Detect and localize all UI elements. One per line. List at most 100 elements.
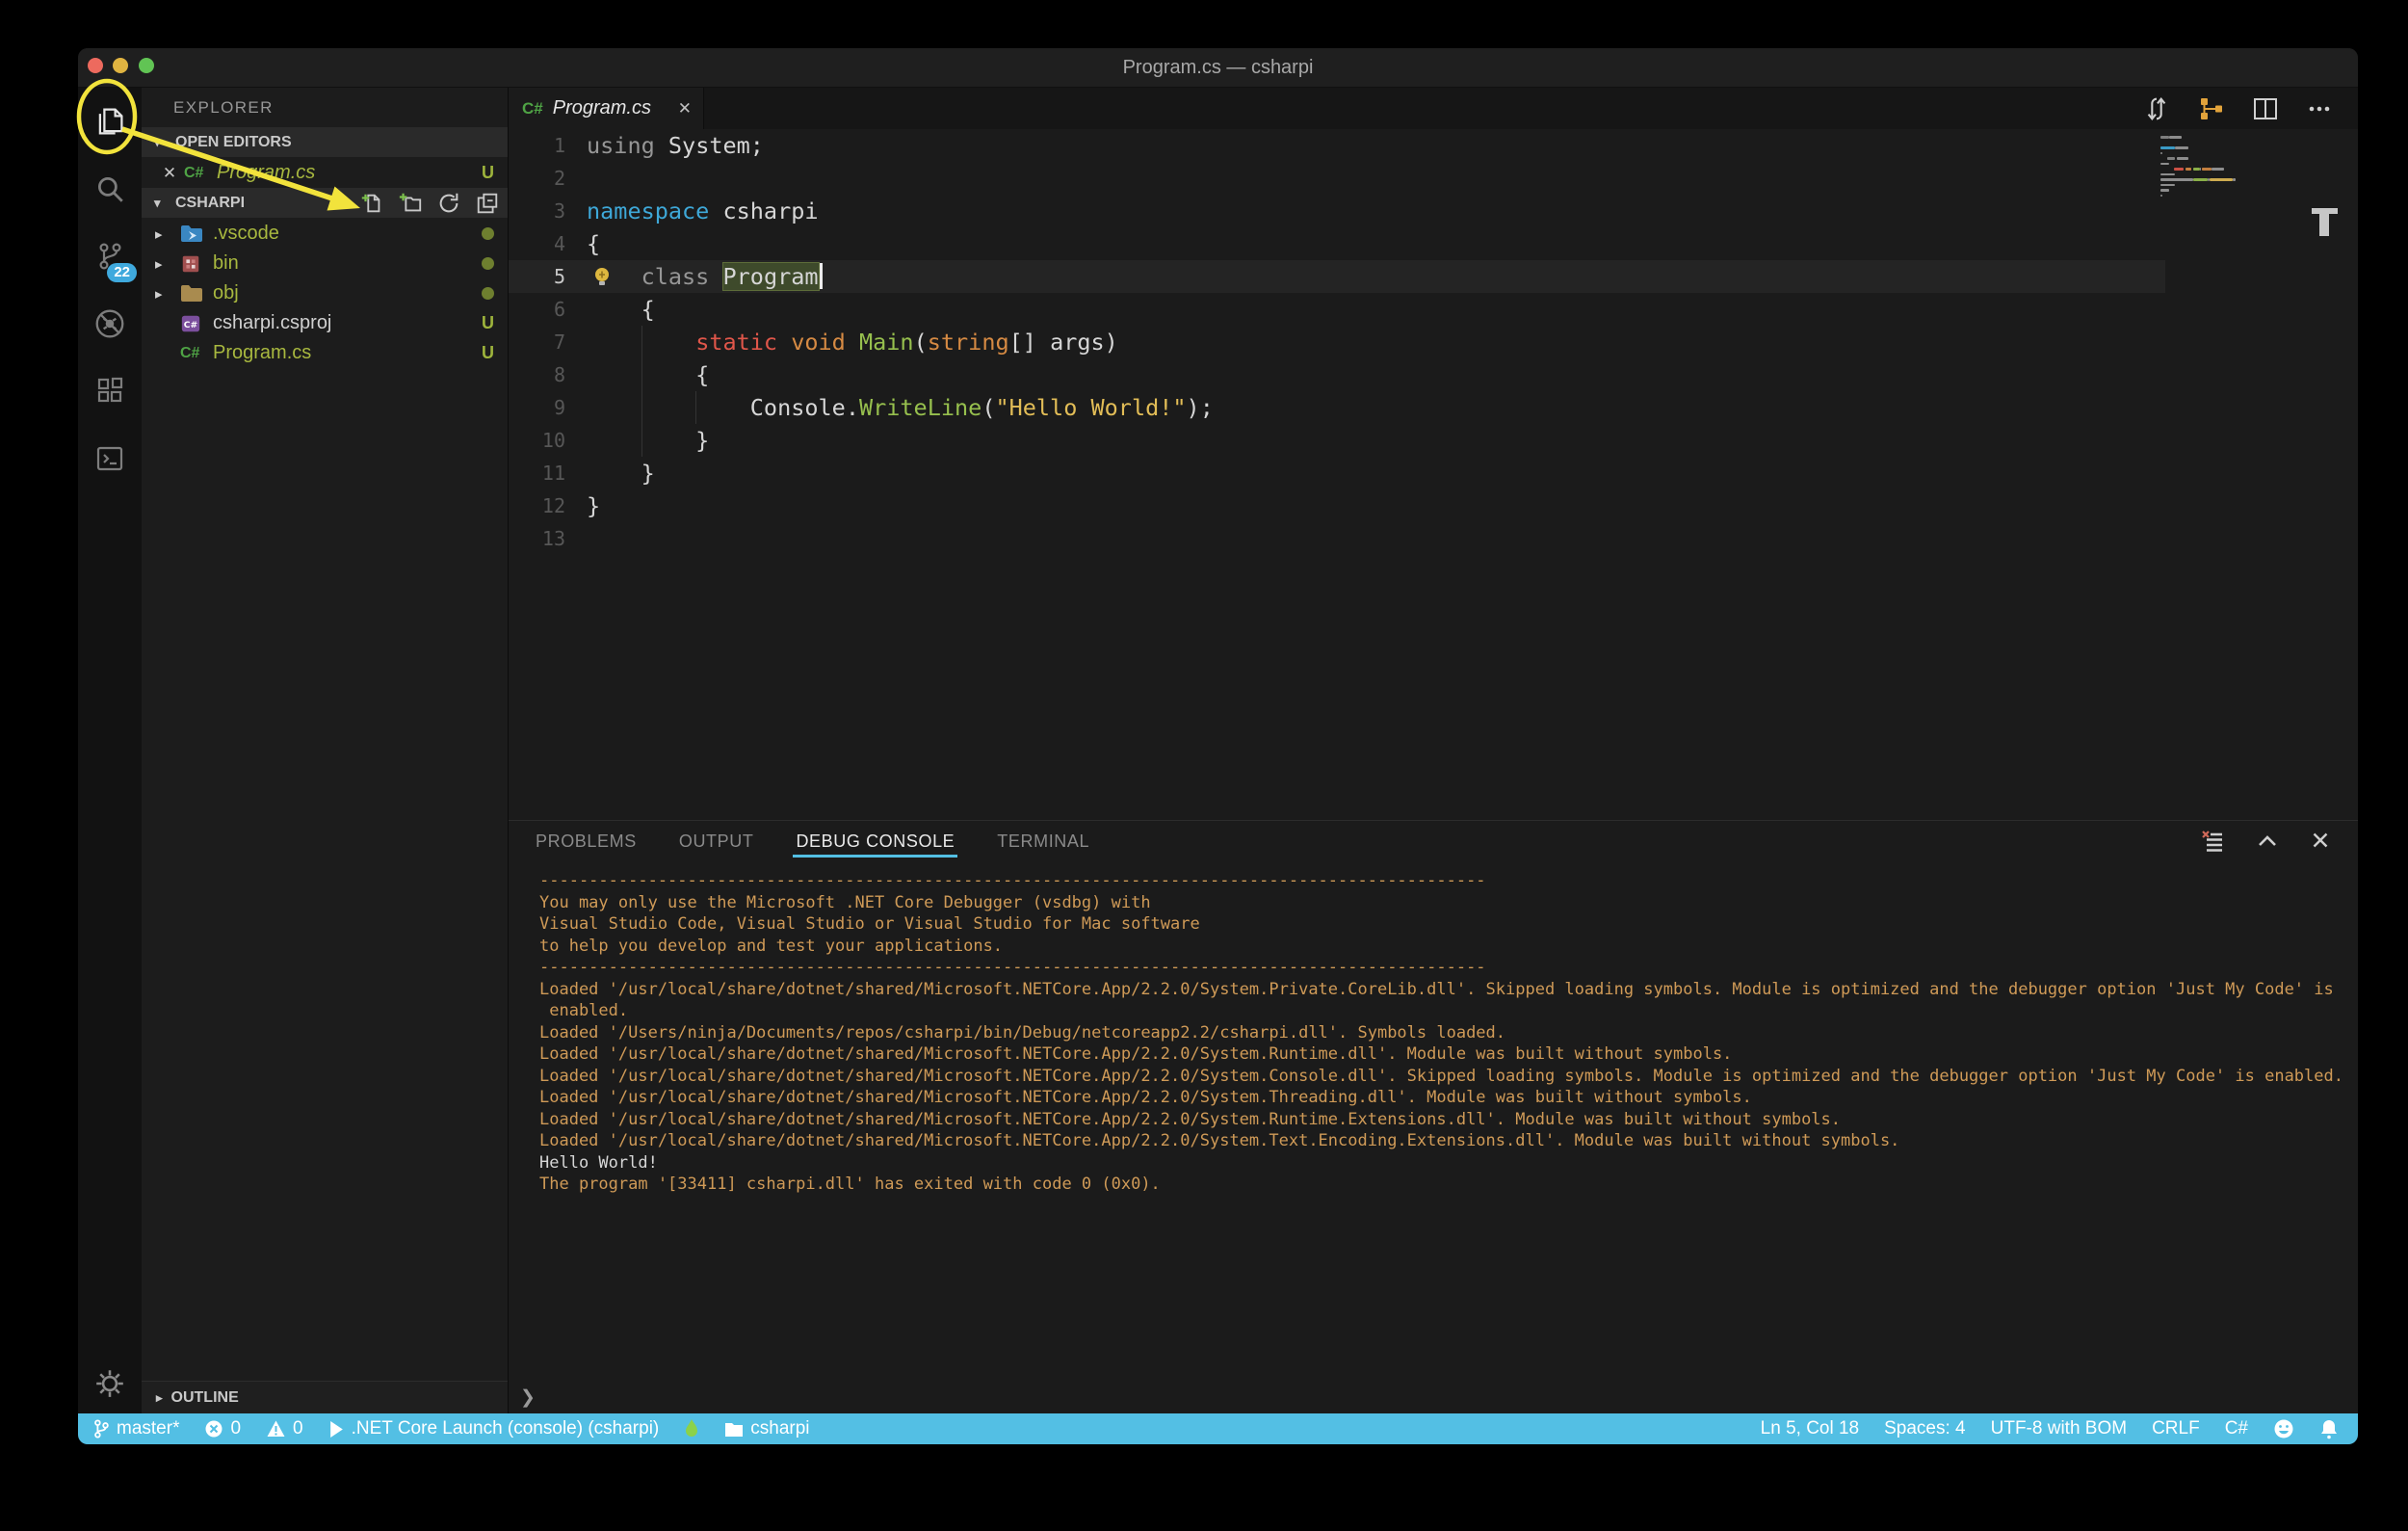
close-panel-icon[interactable] [2308,828,2333,855]
tree-item-csharpi-csproj[interactable]: C#csharpi.csprojU [142,308,508,338]
minimap-bar [2212,168,2225,171]
explorer-toolbar [359,191,500,216]
tree-item--vscode[interactable]: ▸.vscode [142,219,508,249]
window-title: Program.cs — csharpi [78,48,2358,87]
collapse-all-icon[interactable] [475,191,500,216]
desktop: { "window": { "title": "Program.cs — csh… [0,0,2408,1531]
tab-program-cs[interactable]: C# Program.cs ✕ [509,88,704,129]
status-0[interactable]: 0 [204,1418,241,1439]
activity-terminal-icon[interactable] [78,425,142,492]
line-number: 9 [509,391,587,424]
debug-console-output: ----------------------------------------… [509,862,2358,1413]
status-bell[interactable] [2319,1418,2339,1439]
code-text: { [587,293,655,326]
panel-tab-debug-console[interactable]: DEBUG CONSOLE [796,821,955,862]
folder-icon [724,1421,744,1438]
activity-extensions-icon[interactable] [78,357,142,425]
workbench: 22 EXPLORER ▾ OPEN EDITORS ✕C#Program.cs… [78,88,2358,1413]
new-file-icon[interactable] [359,191,384,216]
split-editor-icon[interactable] [2252,95,2279,122]
status-ln-5-col-18[interactable]: Ln 5, Col 18 [1761,1418,1859,1439]
scrollbar-thumb[interactable] [2319,214,2329,236]
text-cursor [820,263,823,289]
minimap-bar [2186,168,2192,171]
project-section-header[interactable]: ▾ CSHARPI [142,188,508,218]
minimap-bar [2233,178,2236,181]
untracked-badge: U [482,158,494,188]
code-line-8: 8 { [509,358,2358,391]
folder-bin-icon [180,253,213,275]
panel-actions [2200,828,2333,855]
code-text: Console.WriteLine("Hello World!"); [587,391,1214,424]
panel-tab-problems[interactable]: PROBLEMS [536,821,637,862]
code-text: class Program [587,260,823,293]
bell-icon [2319,1418,2339,1439]
csharp-file-icon: C# [522,99,543,119]
console-line: Loaded '/usr/local/share/dotnet/shared/M… [539,1043,2339,1066]
status-spaces-4[interactable]: Spaces: 4 [1884,1418,1966,1439]
tab-close-icon[interactable]: ✕ [676,97,694,120]
clear-console-icon[interactable] [2200,828,2227,855]
code-text: } [587,424,709,457]
open-editors-label: OPEN EDITORS [175,134,292,151]
line-number: 4 [509,227,587,260]
folder-obj-icon [180,284,213,304]
open-editors-header[interactable]: ▾ OPEN EDITORS [142,127,508,157]
activity-search-icon[interactable] [78,155,142,223]
svg-text:C#: C# [184,320,198,330]
tree-item-bin[interactable]: ▸bin [142,249,508,278]
bottom-panel: PROBLEMS OUTPUT DEBUG CONSOLE TERMINAL ----… [509,820,2358,1413]
console-line: Loaded '/usr/local/share/dotnet/shared/M… [539,979,2339,1001]
sync-icon[interactable] [2142,94,2171,123]
status-right-group: Ln 5, Col 18 Spaces: 4 UTF-8 with BOM CRLF C… [1761,1418,2339,1439]
status-smiley[interactable] [2273,1418,2294,1439]
line-number: 2 [509,162,587,195]
run-configuration-icon[interactable] [2198,95,2225,122]
tree-item-program-cs[interactable]: C#Program.csU [142,338,508,368]
status-c#[interactable]: C# [2225,1418,2248,1439]
sidebar-title: EXPLORER [142,88,508,127]
status-net-core-launch-console-csharpi[interactable]: .NET Core Launch (console) (csharpi) [328,1418,660,1439]
activity-explorer-icon[interactable] [78,88,142,155]
status-master[interactable]: master* [92,1418,179,1439]
status-label: csharpi [750,1418,809,1439]
code-line-11: 11 } [509,457,2358,489]
line-number: 12 [509,489,587,522]
refresh-icon[interactable] [436,191,461,216]
code-line-12: 12} [509,489,2358,522]
activity-source-control-icon[interactable]: 22 [78,223,142,290]
minimap-bar [2193,178,2208,181]
console-line: You may only use the Microsoft .NET Core… [539,892,2339,914]
git-status-dot [482,219,494,249]
code-editor[interactable]: 1using System;23namespace csharpi4{5 cla… [509,129,2358,820]
status-label: .NET Core Launch (console) (csharpi) [352,1418,660,1439]
status-utf-8-with-bom[interactable]: UTF-8 with BOM [1991,1418,2127,1439]
explorer-sidebar: EXPLORER ▾ OPEN EDITORS ✕C#Program.csU ▾… [142,88,508,1413]
new-folder-icon[interactable] [398,191,423,216]
status-flame[interactable] [684,1418,699,1439]
csproj-icon: C# [180,313,213,334]
activity-debug-icon[interactable] [78,290,142,357]
line-number: 11 [509,457,587,489]
close-editor-icon[interactable]: ✕ [155,164,184,183]
status-csharpi[interactable]: csharpi [724,1418,809,1439]
more-actions-icon[interactable] [2306,95,2333,122]
outline-section-header[interactable]: ▸ OUTLINE [142,1381,508,1413]
minimap[interactable] [2157,135,2313,204]
panel-tab-output[interactable]: OUTPUT [679,821,754,862]
code-line-9: 9 Console.WriteLine("Hello World!"); [509,391,2358,424]
maximize-panel-icon[interactable] [2254,828,2281,855]
minimap-bar [2160,136,2169,139]
status-crlf[interactable]: CRLF [2152,1418,2200,1439]
status-0[interactable]: 0 [266,1418,303,1439]
minimap-bar [2167,157,2176,160]
settings-gear-icon[interactable] [78,1367,142,1400]
csharp-icon: C# [180,345,213,362]
activity-bar: 22 [78,88,142,1413]
panel-tab-terminal[interactable]: TERMINAL [997,821,1089,862]
code-line-3: 3namespace csharpi [509,195,2358,227]
code-line-4: 4{ [509,227,2358,260]
scroll-hint-chevron[interactable]: ❯ [520,1386,536,1409]
tree-item-obj[interactable]: ▸obj [142,278,508,308]
open-editor-item[interactable]: ✕C#Program.csU [142,158,508,188]
